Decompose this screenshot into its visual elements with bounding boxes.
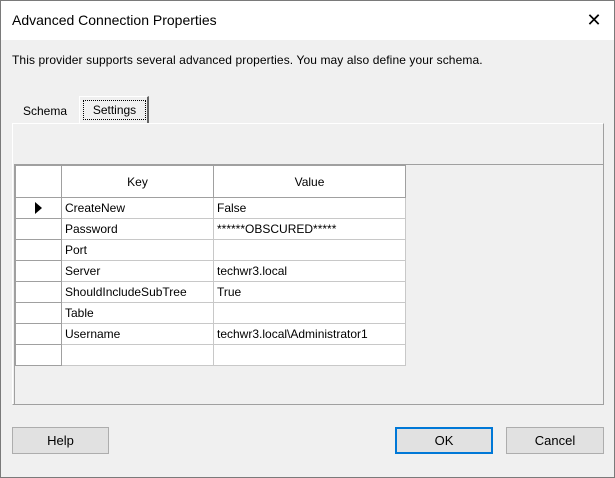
properties-table: Key Value CreateNew False Password *****… bbox=[15, 165, 406, 366]
row-header[interactable] bbox=[15, 218, 62, 240]
table-row[interactable]: Password ******OBSCURED***** bbox=[15, 218, 406, 240]
ok-button[interactable]: OK bbox=[395, 427, 493, 454]
value-cell[interactable] bbox=[213, 302, 406, 324]
row-header[interactable] bbox=[15, 239, 62, 261]
dialog-window: Advanced Connection Properties ✕ This pr… bbox=[0, 0, 615, 478]
value-cell[interactable] bbox=[213, 344, 406, 366]
close-icon[interactable]: ✕ bbox=[584, 10, 604, 30]
properties-grid: Key Value CreateNew False Password *****… bbox=[14, 164, 603, 404]
table-row[interactable]: Port bbox=[15, 239, 406, 261]
key-cell[interactable]: CreateNew bbox=[61, 197, 214, 219]
table-row[interactable]: Table bbox=[15, 302, 406, 324]
value-cell[interactable]: ******OBSCURED***** bbox=[213, 218, 406, 240]
table-row-new[interactable] bbox=[15, 344, 406, 366]
value-cell[interactable]: techwr3.local\Administrator1 bbox=[213, 323, 406, 345]
column-header-key[interactable]: Key bbox=[61, 165, 214, 198]
dialog-body: This provider supports several advanced … bbox=[1, 40, 614, 477]
current-row-arrow-icon bbox=[35, 202, 42, 214]
key-cell[interactable]: ShouldIncludeSubTree bbox=[61, 281, 214, 303]
title-bar: Advanced Connection Properties ✕ bbox=[1, 1, 614, 40]
window-title: Advanced Connection Properties bbox=[12, 12, 217, 28]
value-cell[interactable] bbox=[213, 239, 406, 261]
table-row[interactable]: ShouldIncludeSubTree True bbox=[15, 281, 406, 303]
row-header[interactable] bbox=[15, 281, 62, 303]
help-button[interactable]: Help bbox=[12, 427, 109, 454]
key-cell[interactable]: Server bbox=[61, 260, 214, 282]
key-cell[interactable]: Table bbox=[61, 302, 214, 324]
row-header[interactable] bbox=[15, 302, 62, 324]
row-header[interactable] bbox=[15, 260, 62, 282]
settings-tab-panel: Key Value CreateNew False Password *****… bbox=[12, 123, 604, 405]
cancel-button[interactable]: Cancel bbox=[506, 427, 604, 454]
description-text: This provider supports several advanced … bbox=[12, 53, 483, 67]
key-cell[interactable]: Username bbox=[61, 323, 214, 345]
key-cell[interactable]: Password bbox=[61, 218, 214, 240]
tab-schema[interactable]: Schema bbox=[15, 100, 77, 122]
grid-corner-header bbox=[15, 165, 62, 198]
key-cell[interactable]: Port bbox=[61, 239, 214, 261]
table-row[interactable]: Username techwr3.local\Administrator1 bbox=[15, 323, 406, 345]
key-cell[interactable] bbox=[61, 344, 214, 366]
tab-settings-label: Settings bbox=[83, 100, 146, 120]
table-row[interactable]: Server techwr3.local bbox=[15, 260, 406, 282]
row-header-current[interactable] bbox=[15, 197, 62, 219]
value-cell[interactable]: True bbox=[213, 281, 406, 303]
row-header[interactable] bbox=[15, 344, 62, 366]
row-header[interactable] bbox=[15, 323, 62, 345]
column-header-value[interactable]: Value bbox=[213, 165, 406, 198]
value-cell[interactable]: techwr3.local bbox=[213, 260, 406, 282]
table-row[interactable]: CreateNew False bbox=[15, 197, 406, 219]
tab-settings[interactable]: Settings bbox=[79, 96, 149, 124]
value-cell[interactable]: False bbox=[213, 197, 406, 219]
